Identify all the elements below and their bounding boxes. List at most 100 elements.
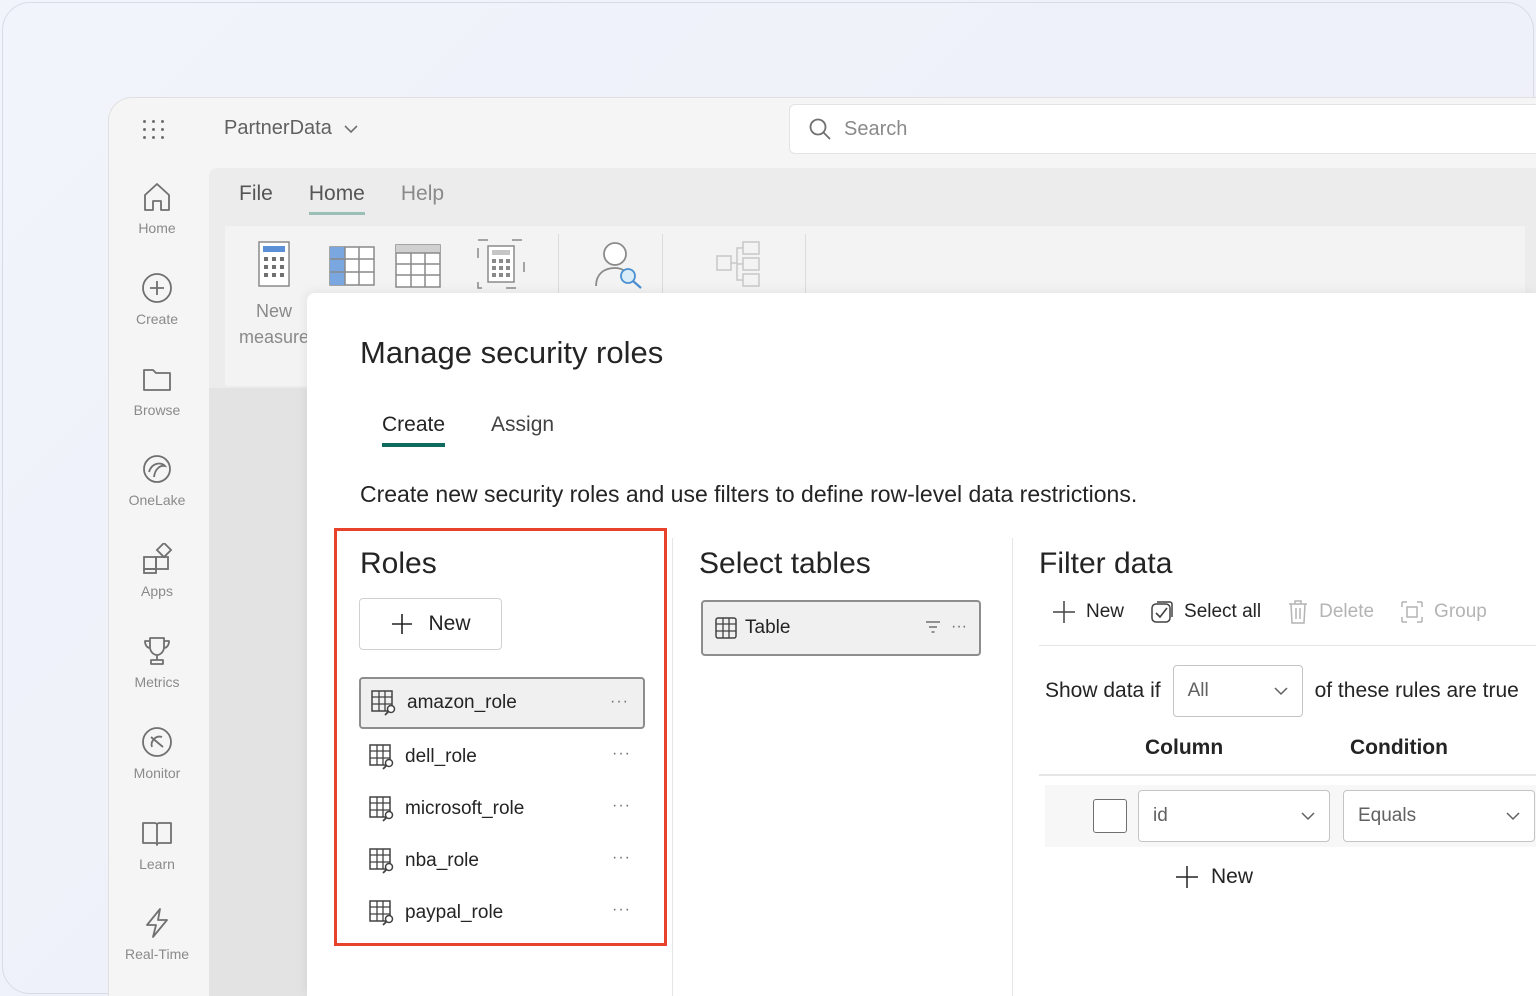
tab-file[interactable]: File [239,182,273,215]
app-launcher-icon[interactable] [141,116,167,142]
create-icon [142,273,172,303]
condition-dropdown[interactable]: Equals [1343,790,1535,842]
more-options-icon[interactable]: ··· [951,618,967,636]
more-options-icon[interactable]: ··· [612,797,631,815]
new-role-button[interactable]: New [359,598,502,650]
chevron-down-icon [1301,812,1315,821]
match-value: All [1187,680,1209,701]
nav-item-apps[interactable]: Apps [109,543,205,623]
top-bar: PartnerData [109,98,1536,160]
column-divider [1012,538,1013,996]
search-input[interactable] [844,117,1444,141]
tab-home[interactable]: Home [308,182,365,215]
role-table-icon [369,796,394,822]
nav-item-browse[interactable]: Browse [109,362,205,442]
more-options-icon[interactable]: ··· [612,849,631,867]
more-options-icon[interactable]: ··· [612,745,631,763]
add-rule-button[interactable]: New [1175,865,1253,889]
home-icon [144,183,170,211]
role-table-icon [369,848,394,874]
role-name: dell_role [405,746,477,767]
plus-icon [392,614,413,634]
nav-item-label: Monitor [133,765,181,781]
filter-toolbar: New Select all Delete Group [1052,599,1487,625]
left-navigation: Home Create Browse OneLake Apps Metrics … [109,160,205,996]
chevron-down-icon [1274,687,1288,696]
more-options-icon[interactable]: ··· [610,693,629,711]
group-button[interactable]: Group [1400,600,1487,624]
dialog-tabs: Create Assign [382,413,554,447]
relationships-icon [716,241,760,287]
nav-item-real-time[interactable]: Real-Time [109,906,205,986]
nav-item-home[interactable]: Home [109,180,205,260]
tab-help[interactable]: Help [401,182,444,215]
show-data-if-label: Show data if [1045,679,1161,702]
ribbon-separator [805,234,806,296]
table-icon [715,617,737,639]
select-all-icon [1151,601,1173,623]
filter-data-title: Filter data [1039,547,1173,580]
match-dropdown[interactable]: All [1172,665,1303,717]
select-all-label: Select all [1184,601,1262,622]
show-data-row: Show data if All of these rules are true [1045,665,1519,717]
onelake-icon [143,455,171,483]
add-rule-label: New [1211,865,1254,888]
nav-item-learn[interactable]: Learn [109,816,205,896]
nav-item-monitor[interactable]: Monitor [109,725,205,805]
trash-icon [1289,600,1308,624]
ribbon-separator [662,234,663,296]
nav-item-metrics[interactable]: Metrics [109,634,205,714]
new-table-button[interactable] [395,244,441,293]
delete-label: Delete [1319,601,1375,622]
role-item-dell-role[interactable]: dell_role ··· [359,731,645,783]
user-search-icon [595,242,642,289]
rules-suffix-label: of these rules are true [1314,679,1519,702]
new-column-button[interactable] [329,246,375,291]
column-dropdown[interactable]: id [1138,790,1330,842]
monitor-icon [142,727,172,757]
calculation-button[interactable] [476,238,526,295]
select-tables-title: Select tables [699,547,871,580]
lightning-icon [146,908,168,938]
role-table-icon [371,690,396,716]
new-rule-toolbar-button[interactable]: New [1052,600,1124,624]
dialog-title: Manage security roles [360,335,664,370]
select-all-button[interactable]: Select all [1150,600,1261,624]
group-icon [1401,601,1423,623]
new-measure-button[interactable] [257,240,291,293]
rule-checkbox[interactable] [1093,799,1127,833]
condition-header: Condition [1350,736,1448,759]
nav-item-label: Learn [139,856,175,872]
column-value: id [1153,805,1168,826]
manage-roles-button[interactable] [593,238,645,295]
role-item-nba-role[interactable]: nba_role ··· [359,835,645,887]
nav-item-create[interactable]: Create [109,271,205,351]
column-divider [672,538,673,996]
filter-icon[interactable] [925,620,941,634]
nav-item-onelake[interactable]: OneLake [109,452,205,532]
table-item[interactable]: Table ··· [701,600,981,656]
search-box[interactable] [789,104,1536,154]
tab-create[interactable]: Create [382,413,446,447]
more-options-icon[interactable]: ··· [612,901,631,919]
role-table-icon [369,744,394,770]
filter-divider [1039,645,1536,646]
role-item-paypal-role[interactable]: paypal_role ··· [359,887,645,939]
manage-relationships-button[interactable] [715,240,763,293]
dialog-description: Create new security roles and use filter… [360,481,1138,507]
new-measure-label: New measure [239,301,310,347]
ribbon-tabs: File Home Help [239,182,444,215]
delete-button[interactable]: Delete [1287,599,1374,625]
role-item-amazon-role[interactable]: amazon_role ··· [359,677,645,729]
condition-value: Equals [1358,805,1417,826]
role-item-microsoft-role[interactable]: microsoft_role ··· [359,783,645,835]
role-name: paypal_role [405,902,504,923]
calculation-group-icon [477,239,525,289]
trophy-icon [144,637,170,665]
workspace-switcher[interactable]: PartnerData [224,117,358,140]
plus-icon [1053,601,1075,623]
search-icon [809,118,831,140]
roles-title: Roles [360,547,437,580]
plus-icon [1176,866,1198,888]
tab-assign[interactable]: Assign [491,413,554,447]
